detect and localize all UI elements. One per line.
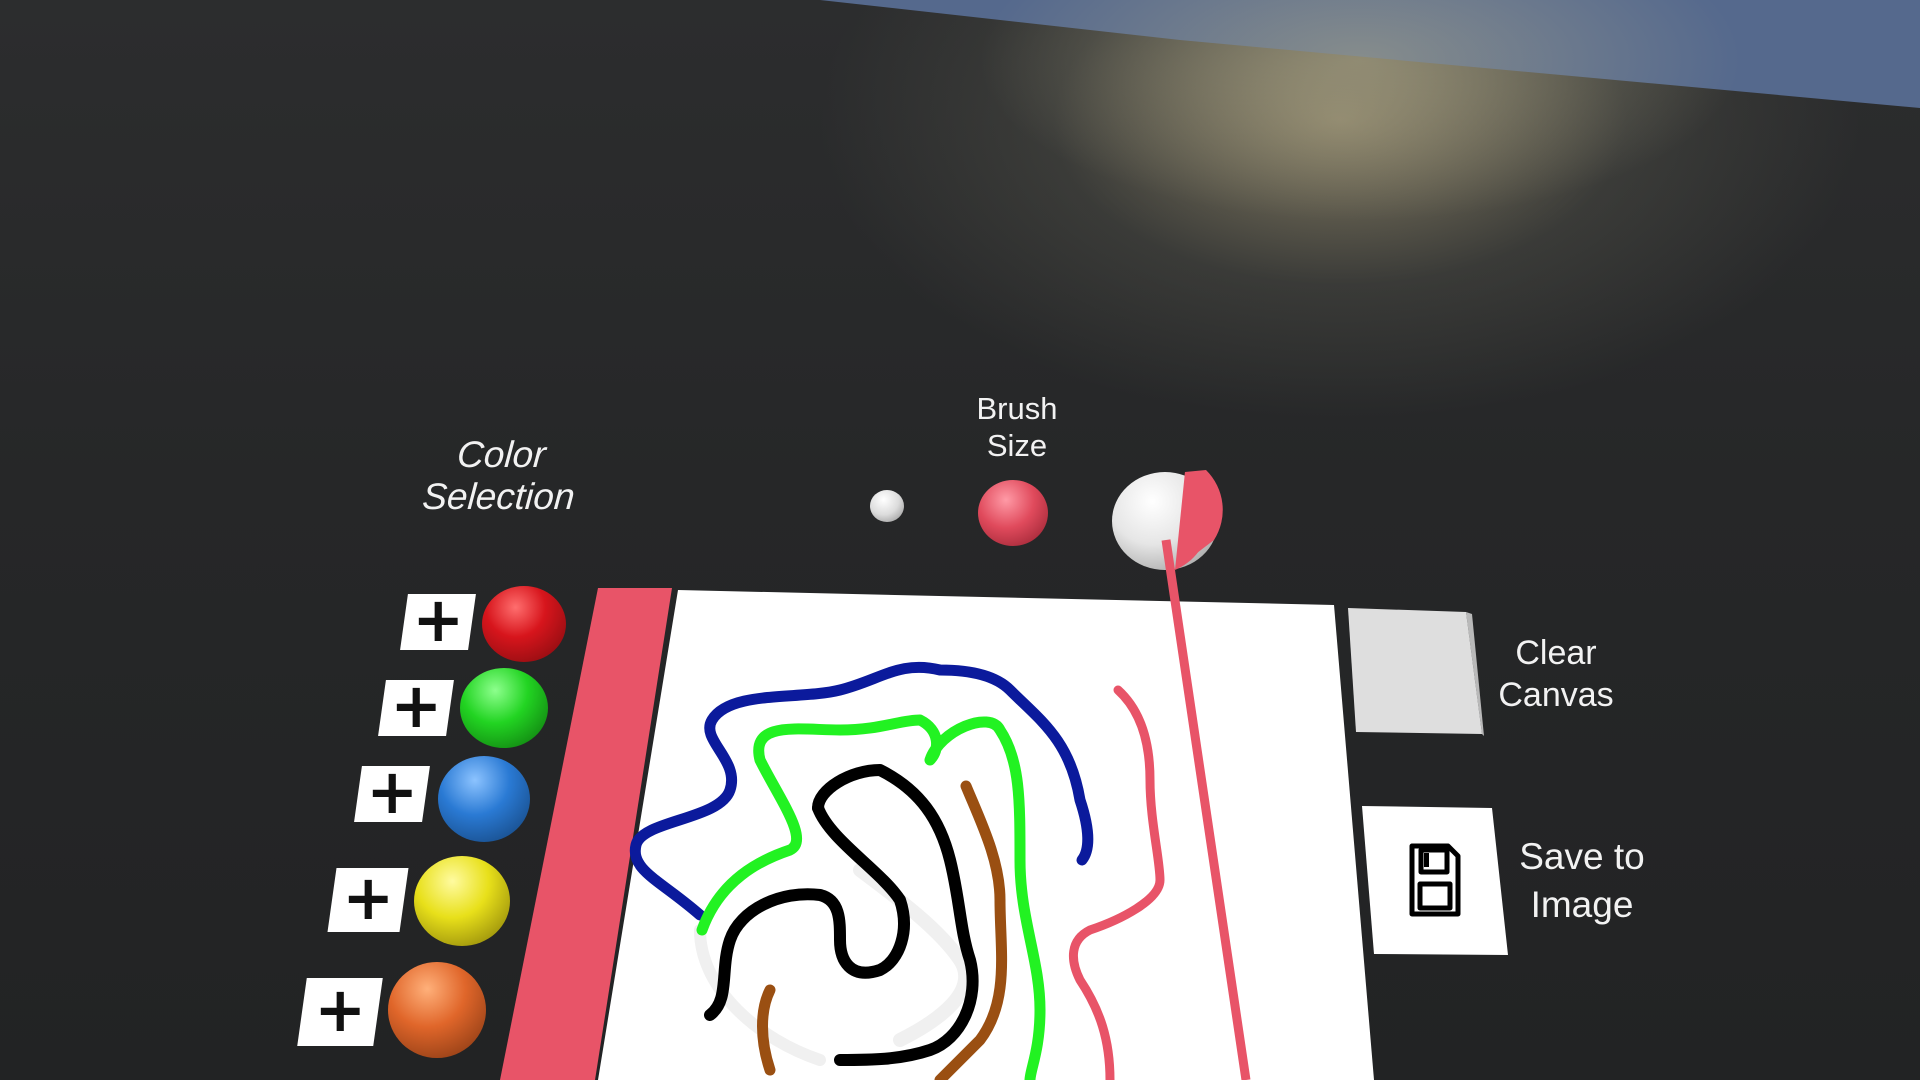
clear-canvas-label: Clear Canvas xyxy=(1498,634,1614,714)
save-to-image-label: Save to Image xyxy=(1519,836,1645,925)
